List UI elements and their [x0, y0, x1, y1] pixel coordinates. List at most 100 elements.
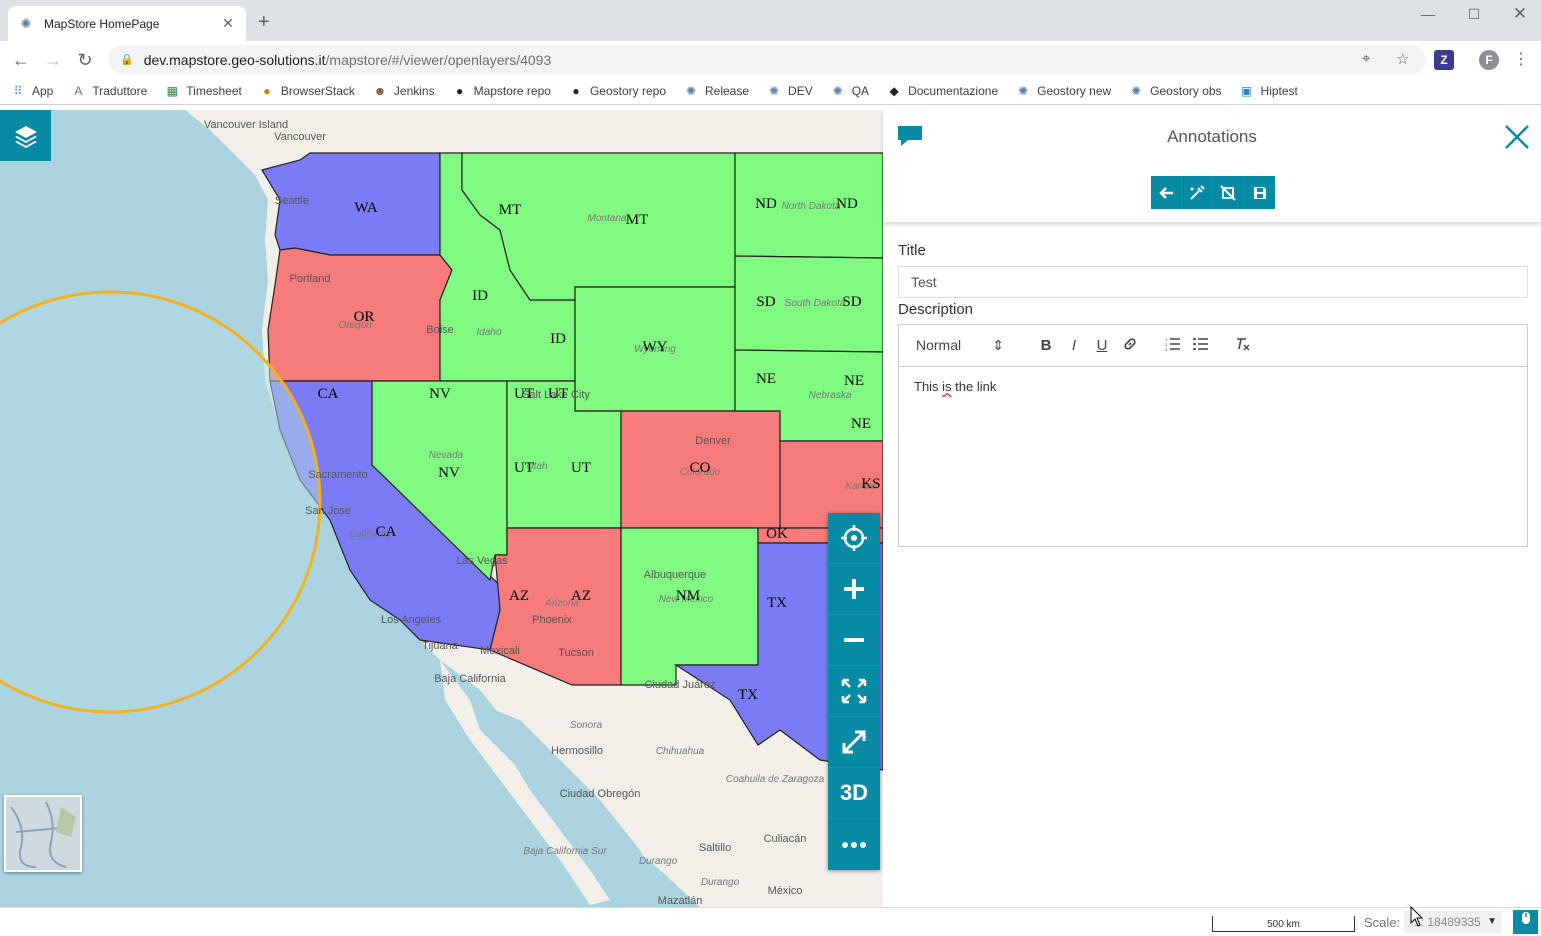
- maximize-window-button[interactable]: ☐: [1451, 2, 1497, 26]
- editor-text-part: This: [914, 379, 943, 394]
- bookmark-label: Geostory obs: [1150, 84, 1222, 98]
- place-label: Durango: [639, 856, 678, 867]
- reload-icon[interactable]: ↻: [73, 48, 97, 72]
- format-select[interactable]: Normal ⇕: [916, 337, 1004, 354]
- url-input[interactable]: 🔒 dev.mapstore.geo-solutions.it/mapstore…: [108, 45, 1426, 74]
- footer-settings-button[interactable]: [1513, 910, 1538, 934]
- browser-menu-icon[interactable]: ⋮: [1509, 48, 1533, 72]
- zoom-in-button[interactable]: [828, 564, 880, 615]
- bookmark-item[interactable]: ✺ Release: [683, 83, 749, 99]
- forward-icon[interactable]: →: [41, 48, 65, 72]
- fullscreen-icon: [842, 730, 866, 754]
- bookmark-star-icon[interactable]: ☆: [1396, 50, 1409, 68]
- ordered-list-icon: 123: [1165, 337, 1180, 352]
- mapstore-icon: ✺: [832, 84, 843, 98]
- bookmark-item[interactable]: ✺ Geostory new: [1015, 83, 1111, 99]
- description-label: Description: [898, 301, 974, 318]
- address-bar: ← → ↻ 🔒 dev.mapstore.geo-solutions.it/ma…: [0, 41, 1541, 78]
- more-icon: [842, 841, 866, 848]
- place-label: Ciudad Obregón: [560, 788, 641, 800]
- state-code-label: CO: [690, 460, 711, 476]
- dropdown-arrow-icon: ▼: [1487, 916, 1497, 927]
- close-window-button[interactable]: ✕: [1497, 2, 1541, 26]
- italic-button[interactable]: I: [1060, 337, 1088, 354]
- state-nm: [620, 527, 759, 686]
- save-button[interactable]: [1244, 176, 1275, 209]
- map-canvas[interactable]: Vancouver IslandVancouver Seattle Portland…: [0, 110, 883, 907]
- locate-icon: [841, 525, 867, 551]
- location-target-icon[interactable]: ⌖: [1362, 50, 1370, 67]
- clear-format-button[interactable]: [1228, 337, 1256, 355]
- ordered-list-button[interactable]: 123: [1158, 337, 1186, 355]
- background-selector-thumbnail[interactable]: [4, 795, 82, 872]
- bookmark-item[interactable]: ✺ Geostory obs: [1128, 83, 1221, 99]
- annotation-action-buttons: [1151, 176, 1275, 209]
- profile-avatar[interactable]: F: [1479, 50, 1499, 70]
- underline-button[interactable]: U: [1088, 337, 1116, 354]
- place-label: North Dakota: [782, 201, 841, 212]
- bullet-list-button[interactable]: [1186, 337, 1214, 355]
- locate-button[interactable]: [828, 513, 880, 564]
- bookmark-label: Timesheet: [186, 84, 242, 98]
- extension-z-icon[interactable]: Z: [1434, 50, 1454, 70]
- map-footer: 500 km Scale: 1: 18489335 ▼: [0, 907, 1541, 936]
- bookmark-item[interactable]: ● Mapstore repo: [452, 83, 551, 99]
- mapstore-icon: ✺: [769, 84, 780, 98]
- title-input[interactable]: [898, 266, 1528, 298]
- bookmark-item[interactable]: ◆ Documentazione: [886, 83, 998, 99]
- 3d-toggle-button[interactable]: 3D: [828, 768, 880, 819]
- state-code-label: OK: [766, 526, 788, 542]
- edit-geometry-button[interactable]: [1182, 176, 1213, 209]
- layers-button[interactable]: [0, 110, 51, 161]
- state-code-label: UT: [571, 460, 591, 476]
- back-icon[interactable]: ←: [9, 48, 33, 72]
- state-code-label: ID: [550, 331, 566, 347]
- place-label: Nevada: [429, 450, 464, 461]
- editor-content[interactable]: This is the link: [899, 367, 1527, 406]
- place-label: Hermosillo: [551, 745, 603, 757]
- bookmark-label: Jenkins: [393, 84, 435, 98]
- place-label: San Jose: [305, 505, 351, 517]
- state-code-label: WA: [354, 200, 377, 216]
- svg-text:3: 3: [1165, 347, 1168, 351]
- description-editor[interactable]: Normal ⇕ B I U 123 This is the link: [898, 324, 1528, 547]
- place-label: Mazatlán: [658, 895, 703, 907]
- bookmark-label: Geostory new: [1037, 84, 1112, 98]
- state-code-label: AZ: [509, 588, 529, 604]
- back-button[interactable]: [1151, 176, 1182, 209]
- bullet-list-icon: [1192, 337, 1208, 350]
- place-label: Nebraska: [809, 390, 852, 401]
- bookmark-item[interactable]: ● BrowserStack: [259, 83, 355, 99]
- bold-button[interactable]: B: [1032, 337, 1060, 354]
- bookmark-item[interactable]: ☻ Jenkins: [372, 83, 435, 99]
- link-button[interactable]: [1116, 337, 1144, 355]
- bookmark-item[interactable]: ⠿ App: [10, 83, 54, 99]
- place-label: Coahuila de Zaragoza: [726, 774, 825, 785]
- bookmark-item[interactable]: ✺ DEV: [766, 83, 813, 99]
- bookmark-item[interactable]: A Traduttore: [70, 83, 147, 99]
- map-viewport[interactable]: Vancouver Island Vancouver Seattle Portland…: [0, 110, 883, 907]
- bookmark-item[interactable]: ✺ QA: [830, 83, 869, 99]
- bookmark-item[interactable]: ▣ Hiptest: [1239, 83, 1298, 99]
- browser-tab[interactable]: ✺ MapStore HomePage ✕: [8, 6, 246, 41]
- close-icon[interactable]: [1503, 123, 1531, 151]
- mapstore-favicon-icon: ✺: [20, 15, 32, 31]
- place-label: Saltillo: [699, 842, 731, 854]
- bookmark-item[interactable]: ● Geostory repo: [568, 83, 666, 99]
- select-arrows-icon: ⇕: [992, 337, 1004, 353]
- save-icon: [1253, 186, 1266, 199]
- minimize-window-button[interactable]: —: [1405, 2, 1451, 26]
- more-tools-button[interactable]: [828, 819, 880, 870]
- bookmark-label: Release: [705, 84, 750, 98]
- url-path: /mapstore/#/viewer/openlayers/4093: [325, 51, 552, 68]
- new-tab-button[interactable]: +: [258, 12, 270, 32]
- tab-close-icon[interactable]: ✕: [220, 15, 236, 32]
- bookmark-item[interactable]: ▦ Timesheet: [164, 83, 242, 99]
- delete-geometry-button[interactable]: [1213, 176, 1244, 209]
- zoom-out-button[interactable]: [828, 615, 880, 666]
- fullscreen-button[interactable]: [828, 717, 880, 768]
- place-label: South Dakota: [785, 298, 846, 309]
- bookmark-label: BrowserStack: [280, 84, 355, 98]
- apps-grid-icon: ⠿: [13, 84, 23, 98]
- zoom-to-max-extent-button[interactable]: [828, 666, 880, 717]
